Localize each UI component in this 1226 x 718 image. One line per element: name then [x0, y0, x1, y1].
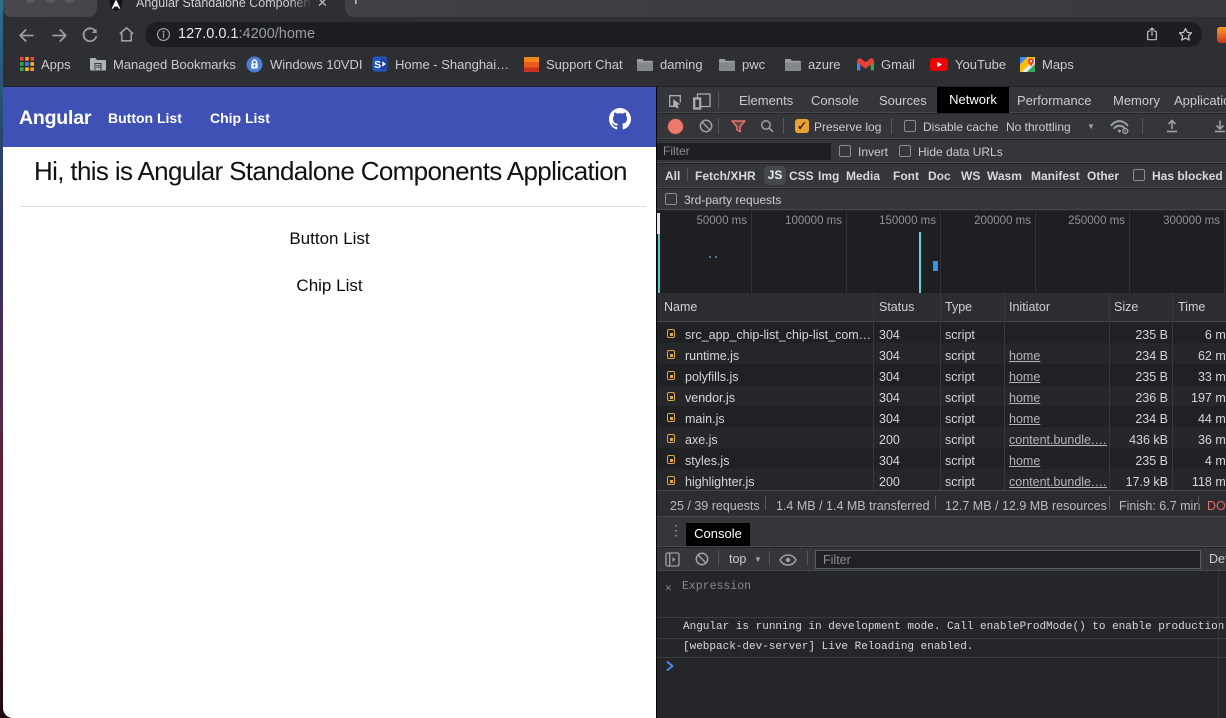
svg-text:S: S: [374, 59, 381, 71]
